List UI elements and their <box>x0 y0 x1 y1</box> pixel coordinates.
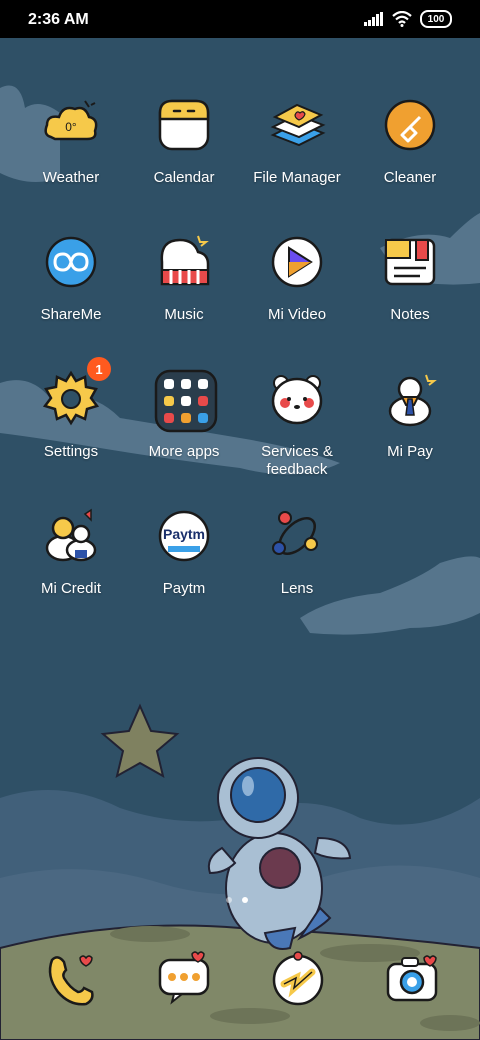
app-label: Notes <box>390 306 430 323</box>
app-label: Mi Video <box>267 306 327 323</box>
app-calendar[interactable]: Calendar <box>124 95 244 187</box>
app-settings[interactable]: 1 Settings <box>11 357 131 461</box>
svg-text:0°: 0° <box>65 120 77 134</box>
more-apps-folder-icon <box>154 369 218 433</box>
dock-camera[interactable] <box>382 948 442 1008</box>
app-label: Mi Credit <box>40 580 101 597</box>
dock <box>0 948 480 1008</box>
clock: 2:36 AM <box>28 11 89 28</box>
messages-icon <box>158 951 210 1005</box>
wifi-icon <box>392 11 412 27</box>
dock-phone[interactable] <box>40 948 100 1008</box>
signal-icon <box>364 12 383 26</box>
app-label: Calendar <box>153 169 215 186</box>
app-mi-credit[interactable]: Mi Credit <box>11 506 131 598</box>
app-music[interactable]: Music <box>124 232 244 324</box>
app-label: Services & feedback <box>261 443 333 478</box>
mi-video-play-icon <box>267 232 327 292</box>
calendar-icon <box>154 95 214 155</box>
app-label: More apps <box>148 443 220 460</box>
music-piano-icon <box>154 232 214 292</box>
paytm-icon: Paytm <box>154 506 214 566</box>
app-label: Settings <box>43 443 99 460</box>
shareme-infinity-icon <box>41 232 101 292</box>
notes-icon <box>380 232 440 292</box>
browser-icon <box>272 951 324 1006</box>
app-lens[interactable]: Lens <box>237 506 357 598</box>
dock-browser[interactable] <box>268 948 328 1008</box>
app-cleaner[interactable]: Cleaner <box>350 95 470 187</box>
notification-badge: 1 <box>87 357 111 381</box>
app-label: Music <box>164 306 204 323</box>
app-file-manager[interactable]: File Manager <box>237 95 357 187</box>
app-mi-pay[interactable]: Mi Pay <box>350 369 470 461</box>
battery-icon: 100 <box>420 10 452 28</box>
lens-icon <box>267 506 327 566</box>
app-mi-video[interactable]: Mi Video <box>237 232 357 324</box>
cleaner-broom-icon <box>380 95 440 155</box>
camera-icon <box>386 955 438 1002</box>
app-services-feedback[interactable]: Services & feedback <box>237 369 357 479</box>
page-dot-active[interactable] <box>242 897 248 903</box>
mi-credit-icon <box>41 506 101 566</box>
app-label: File Manager <box>253 169 341 186</box>
phone-icon <box>48 955 94 1006</box>
app-label: Mi Pay <box>387 443 433 460</box>
mi-pay-icon <box>380 369 440 429</box>
dock-messages[interactable] <box>154 948 214 1008</box>
app-label: Paytm <box>162 580 206 597</box>
weather-cloud-icon: 0° <box>41 95 101 155</box>
app-label: ShareMe <box>40 306 102 323</box>
app-label: Cleaner <box>383 169 437 186</box>
app-label: Lens <box>280 580 314 597</box>
app-notes[interactable]: Notes <box>350 232 470 324</box>
page-indicator <box>226 897 248 903</box>
status-icons: 100 <box>364 10 452 28</box>
status-bar: 2:36 AM 100 <box>0 0 480 38</box>
app-shareme[interactable]: ShareMe <box>11 232 131 324</box>
page-dot[interactable] <box>226 897 232 903</box>
app-weather[interactable]: 0° Weather <box>11 95 131 187</box>
app-paytm[interactable]: Paytm Paytm <box>124 506 244 598</box>
services-bear-icon <box>267 369 327 429</box>
app-more-apps[interactable]: More apps <box>124 369 244 461</box>
app-label: Weather <box>42 169 100 186</box>
file-manager-books-icon <box>267 95 327 155</box>
settings-gear-icon: 1 <box>41 357 111 429</box>
svg-text:Paytm: Paytm <box>163 526 205 542</box>
